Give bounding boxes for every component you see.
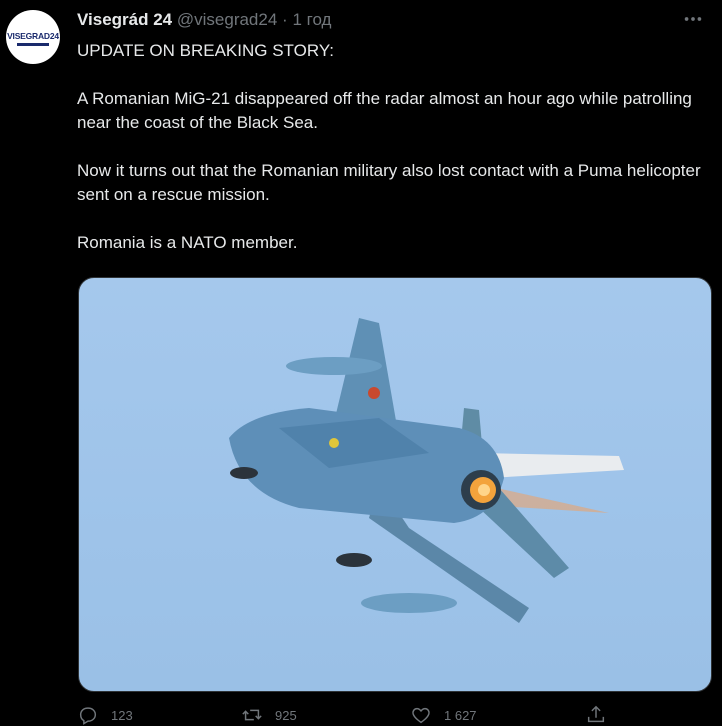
share-icon [587,705,605,723]
retweet-icon [242,709,262,721]
like-icon [412,707,430,724]
timestamp[interactable]: 1 год [292,10,331,29]
tweet-image[interactable] [78,277,712,692]
tweet-paragraph: A Romanian MiG-21 disappeared off the ra… [77,89,692,132]
jet-illustration [229,318,624,623]
like-count: 1 627 [444,707,477,723]
avatar-logo-bar [17,43,49,46]
reply-count: 123 [111,707,133,723]
tweet-paragraph: UPDATE ON BREAKING STORY: [77,41,334,60]
author-handle[interactable]: @visegrad24 [177,10,277,29]
like-button[interactable]: 1 627 [410,704,477,726]
avatar-logo-text: VISEGRAD24 [7,31,59,41]
author-name[interactable]: Visegrád 24 [77,10,172,29]
tweet-text: UPDATE ON BREAKING STORY: A Romanian MiG… [77,39,707,255]
retweet-button[interactable]: 925 [241,704,297,726]
avatar[interactable]: VISEGRAD24 [6,10,60,64]
separator-dot: · [282,10,288,29]
retweet-count: 925 [275,707,297,723]
reply-button[interactable]: 123 [77,704,133,726]
tweet-paragraph: Now it turns out that the Romanian milit… [77,161,701,204]
tweet-paragraph: Romania is a NATO member. [77,233,298,252]
share-button[interactable] [585,704,607,726]
tweet-actions: 123 925 1 627 [77,704,707,726]
more-icon[interactable] [678,8,708,36]
tweet-header: Visegrád 24 @visegrad24 · 1 год [77,9,331,31]
reply-icon [79,707,97,725]
